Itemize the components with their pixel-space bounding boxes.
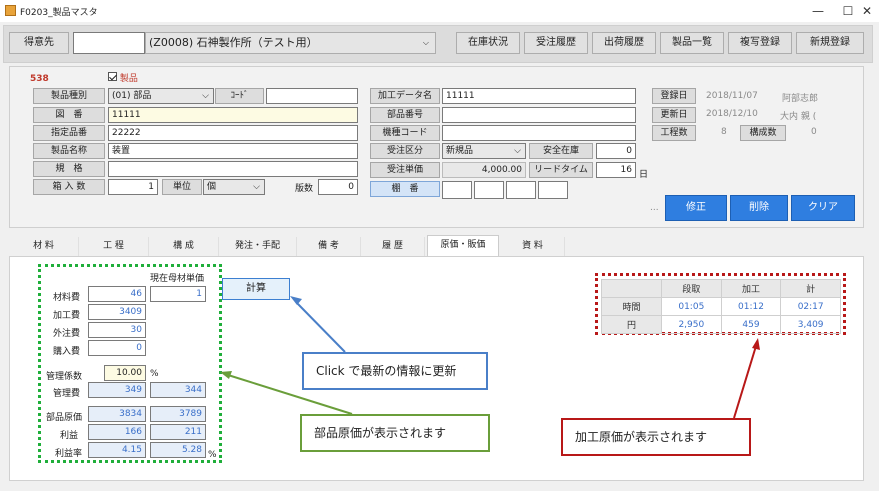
green-arrow-head [220,371,232,379]
green-arrow-line [227,374,353,415]
red-arrow-line [733,345,757,419]
blue-arrow-head [290,296,302,305]
red-arrow-head [752,338,760,350]
blue-arrow-line [295,301,346,353]
arrows-overlay [220,296,760,419]
